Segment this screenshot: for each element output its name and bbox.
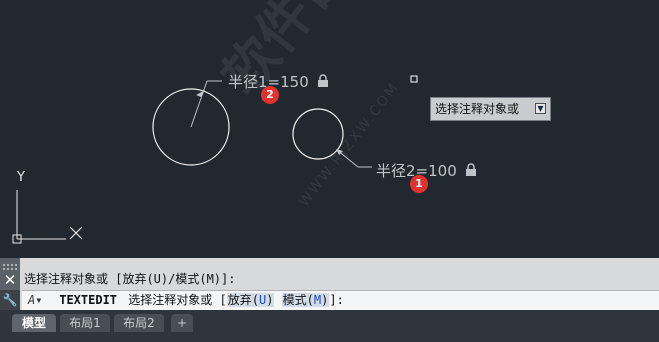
step-badge-1: 1: [410, 175, 428, 193]
layout-tab-bar: 模型 布局1 布局2 +: [0, 310, 659, 342]
tab-layout1[interactable]: 布局1: [60, 314, 110, 332]
ucs-y-label: Y: [17, 170, 25, 185]
prompt-text: 选择注释对象或 [: [128, 293, 227, 307]
tab-layout2[interactable]: 布局2: [114, 314, 164, 332]
option-undo[interactable]: 放弃(U): [226, 293, 275, 307]
add-tab-button[interactable]: +: [171, 314, 193, 332]
command-history-line: 选择注释对象或 [放弃(U)/模式(M)]:: [24, 272, 236, 286]
drawing-svg: [12, 75, 418, 244]
dynamic-input-tooltip[interactable]: 选择注释对象或 ▼: [430, 97, 551, 121]
step-badge-2: 2: [261, 86, 279, 104]
drawing-canvas[interactable]: 软件自学网 WWW.RJZXW.COM Y 半径1=150 半径2=100 2 …: [0, 0, 659, 258]
tab-model[interactable]: 模型: [12, 314, 56, 332]
dim1-arrow: [196, 90, 205, 97]
wrench-icon[interactable]: 🔧: [0, 290, 20, 310]
lock-icon: [317, 74, 328, 87]
cursor-pickbox: [410, 75, 418, 83]
lock-icon: [465, 163, 476, 176]
dropdown-arrow-icon[interactable]: ▼: [535, 103, 546, 114]
option-mode[interactable]: 模式(M): [281, 293, 330, 307]
dim1-leader: [190, 80, 208, 128]
dimension-radius-1[interactable]: 半径1=150: [228, 71, 329, 92]
close-icon[interactable]: ✕: [0, 270, 20, 290]
grip-handle-icon[interactable]: [0, 258, 20, 270]
command-input[interactable]: A▾ TEXTEDIT 选择注释对象或 [放弃(U) 模式(M)]:: [22, 290, 659, 310]
prompt-end: ]:: [329, 293, 344, 307]
tooltip-text: 选择注释对象或: [435, 102, 520, 116]
command-prompt-icon[interactable]: A▾: [28, 291, 52, 309]
command-name: TEXTEDIT: [59, 293, 118, 307]
command-line-panel: ✕ 🔧 选择注释对象或 [放弃(U)/模式(M)]: A▾ TEXTEDIT 选…: [0, 258, 659, 310]
